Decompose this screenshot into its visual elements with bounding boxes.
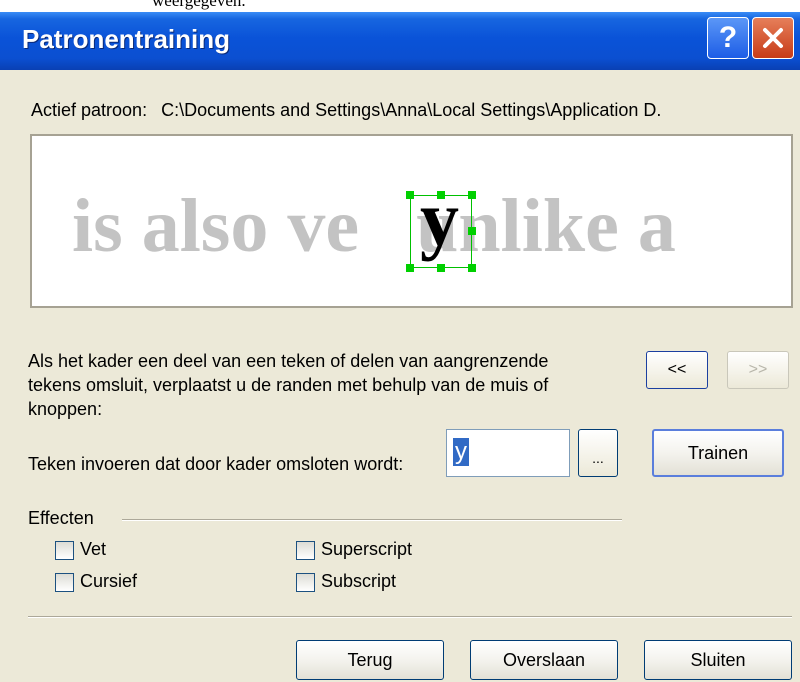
frame-handle-top-right[interactable] [468,191,476,199]
frame-handle-bottom-left[interactable] [406,264,414,272]
italic-checkbox[interactable] [55,573,74,592]
preview-text-before: is also ve [72,184,360,268]
italic-label: Cursief [80,571,138,591]
active-pattern-path: C:\Documents and Settings\Anna\Local Set… [161,100,662,120]
active-pattern-label: Actief patroon: [31,100,148,120]
caption-fragment: weergegeven. [152,0,246,10]
active-pattern-row: Actief patroon: C:\Documents and Settings… [31,100,661,121]
next-button[interactable]: >> [727,351,789,389]
bold-checkbox[interactable] [55,541,74,560]
help-icon: ? [718,21,738,54]
title-bar[interactable]: Patronentraining ? [0,12,800,70]
preview-text: is also vey unlike a [72,188,676,264]
effects-divider [122,519,622,521]
back-button[interactable]: Terug [296,640,444,680]
bold-label: Vet [80,539,107,559]
frame-instructions: Als het kader een deel van een teken of … [28,351,549,419]
subscript-checkbox[interactable] [296,573,315,592]
subscript-label: Subscript [321,571,397,591]
close-icon [763,28,783,48]
glyph-preview[interactable]: is also vey unlike a y [30,134,793,308]
char-input-value: y [453,438,469,466]
previous-button[interactable]: << [646,351,708,389]
char-entry-label: Teken invoeren dat door kader omsloten w… [28,454,404,474]
effects-group-label: Effecten [28,508,94,528]
frame-handle-top-left[interactable] [406,191,414,199]
superscript-label: Superscript [321,539,413,559]
frame-handle-top[interactable] [437,191,445,199]
frame-handle-bottom-right[interactable] [468,264,476,272]
frame-handle-bottom[interactable] [437,264,445,272]
caption-strip: weergegeven. [0,0,800,12]
superscript-checkbox[interactable] [296,541,315,560]
close-window-button[interactable] [752,17,794,59]
frame-handle-right[interactable] [468,227,476,235]
footer-divider [28,616,792,618]
train-button[interactable]: Trainen [652,429,784,477]
char-input[interactable]: y [446,429,570,477]
close-button[interactable]: Sluiten [644,640,792,680]
browse-characters-button[interactable]: ... [578,429,618,477]
window-title: Patronentraining [22,24,231,54]
help-button[interactable]: ? [707,17,749,59]
pattern-training-dialog: Patronentraining ? Actief patroon: C:\Doc… [0,12,800,682]
skip-button[interactable]: Overslaan [470,640,618,680]
